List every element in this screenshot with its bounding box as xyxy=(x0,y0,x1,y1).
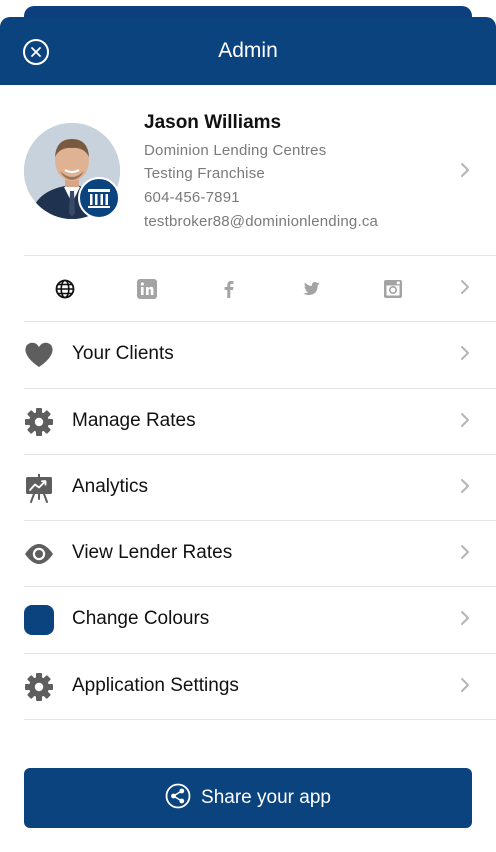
profile-name: Jason Williams xyxy=(144,112,282,133)
chevron-right-icon xyxy=(461,678,469,692)
website-icon[interactable] xyxy=(54,278,76,300)
eye-icon xyxy=(25,544,53,564)
chevron-right-icon xyxy=(461,611,469,625)
chevron-right-icon xyxy=(461,163,469,177)
menu-item-label: Analytics xyxy=(72,476,149,497)
menu-item-label: Change Colours xyxy=(72,608,210,629)
menu-item-label: View Lender Rates xyxy=(72,542,233,563)
gear-icon xyxy=(25,673,53,701)
menu-item-your-clients[interactable]: Your Clients xyxy=(0,322,496,388)
share-app-button[interactable]: Share your app xyxy=(24,768,472,828)
heart-icon xyxy=(25,342,53,367)
profile-company: Dominion Lending Centres xyxy=(144,142,327,159)
menu-item-analytics[interactable]: Analytics xyxy=(0,455,496,521)
chevron-right-icon xyxy=(461,413,469,427)
gear-icon xyxy=(25,408,53,436)
social-links-row[interactable] xyxy=(0,256,496,322)
menu-item-manage-rates[interactable]: Manage Rates xyxy=(0,389,496,455)
facebook-icon[interactable] xyxy=(218,278,240,300)
header-bar: Admin xyxy=(0,17,496,85)
linkedin-icon[interactable] xyxy=(136,278,158,300)
instagram-icon[interactable] xyxy=(382,278,404,300)
profile-phone: 604-456-7891 xyxy=(144,189,240,206)
menu-item-change-colours[interactable]: Change Colours xyxy=(0,587,496,653)
divider xyxy=(24,719,496,720)
menu-item-label: Your Clients xyxy=(72,343,174,364)
color-swatch xyxy=(24,605,54,635)
chevron-right-icon xyxy=(461,479,469,493)
profile-franchise: Testing Franchise xyxy=(144,165,265,182)
chevron-right-icon xyxy=(461,280,469,294)
menu-item-label: Application Settings xyxy=(72,675,239,696)
share-button-label: Share your app xyxy=(201,787,331,809)
profile-card[interactable]: Jason Williams Dominion Lending Centres … xyxy=(0,86,496,256)
menu-item-label: Manage Rates xyxy=(72,410,196,431)
chevron-right-icon xyxy=(461,545,469,559)
chevron-right-icon xyxy=(461,346,469,360)
menu-item-view-lender-rates[interactable]: View Lender Rates xyxy=(0,521,496,587)
share-icon xyxy=(165,783,191,809)
profile-email: testbroker88@dominionlending.ca xyxy=(144,213,379,230)
twitter-icon[interactable] xyxy=(300,278,322,300)
page-title: Admin xyxy=(218,39,278,62)
menu-item-application-settings[interactable]: Application Settings xyxy=(0,654,496,720)
presentation-chart-icon xyxy=(26,474,52,503)
bank-badge-icon xyxy=(78,177,120,219)
